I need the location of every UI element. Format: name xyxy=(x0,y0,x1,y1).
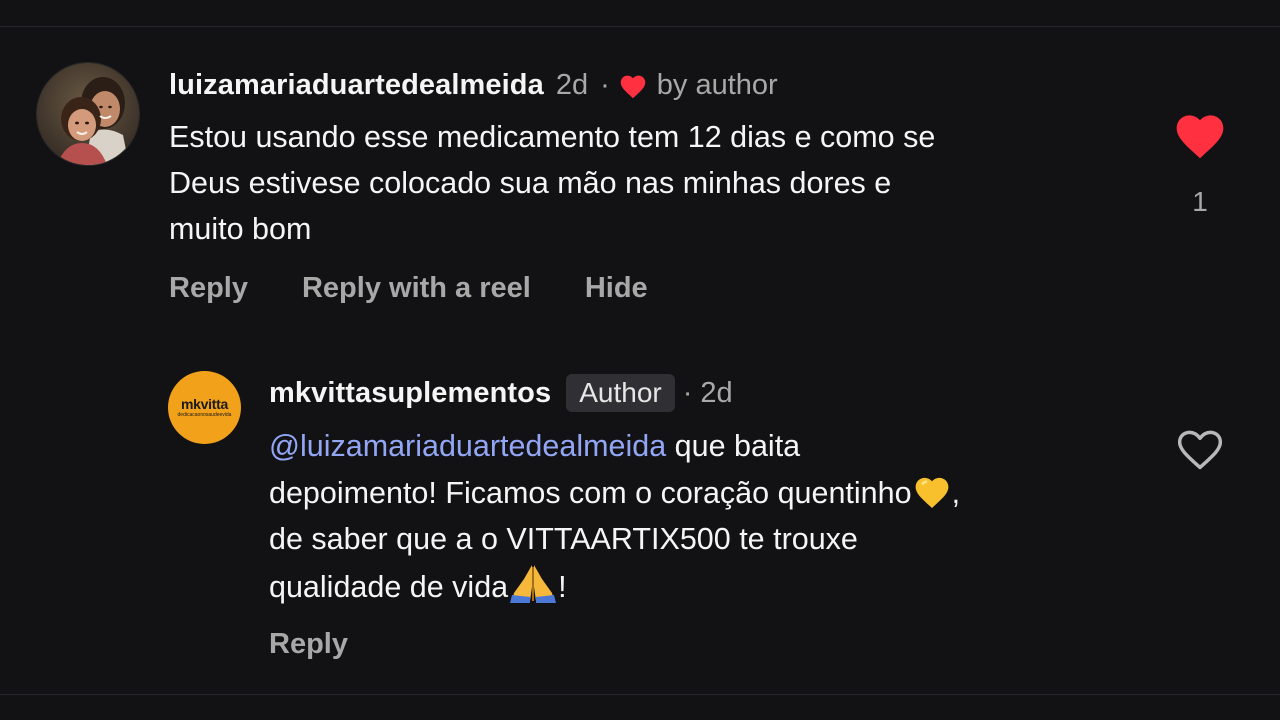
reply-with-reel-button[interactable]: Reply with a reel xyxy=(302,272,531,305)
comments-screen: luizamariaduartedealmeida 2d · by author… xyxy=(0,0,1280,720)
commenter-username[interactable]: luizamariaduartedealmeida xyxy=(169,69,544,102)
reply-username[interactable]: mkvittasuplementos xyxy=(269,377,551,410)
reply-like-heart-outline-icon[interactable] xyxy=(1174,424,1226,472)
separator-dot: · xyxy=(682,376,693,409)
author-liked-heart-icon xyxy=(618,72,648,99)
reply-header: mkvittasuplementos Author · 2d xyxy=(269,373,733,413)
reply-time: 2d xyxy=(700,376,733,409)
reply-text-line: qualidade de vida! xyxy=(269,563,1149,611)
reply-text-fragment: , xyxy=(951,475,961,510)
reply-text-fragment: qualidade de vida xyxy=(269,569,509,604)
top-divider xyxy=(0,26,1280,27)
reply-button[interactable]: Reply xyxy=(269,628,348,661)
folded-hands-icon xyxy=(508,563,558,603)
reply-text-fragment: ! xyxy=(558,569,567,604)
comment-actions: Reply Reply with a reel Hide xyxy=(169,268,648,308)
bottom-divider xyxy=(0,694,1280,695)
mention-link[interactable]: @luizamariaduartedealmeida xyxy=(269,429,666,463)
avatar-brand-tagline: dedicacaonosaudeevida xyxy=(177,412,232,418)
comment-body: Estou usando esse medicamento tem 12 dia… xyxy=(169,114,1129,252)
comment-text-line: Deus estivese colocado sua mão nas minha… xyxy=(169,166,892,200)
reply-text-fragment: que baita xyxy=(666,429,801,463)
yellow-heart-icon xyxy=(912,473,952,509)
comment-like-heart-icon[interactable] xyxy=(1172,108,1228,160)
reply-text-line: @luizamariaduartedealmeida que baita xyxy=(269,423,1149,470)
comment-text-line: muito bom xyxy=(169,212,312,246)
reply-body: @luizamariaduartedealmeida que baita dep… xyxy=(269,423,1149,610)
commenter-avatar[interactable] xyxy=(36,62,140,166)
comment-text-line: Estou usando esse medicamento tem 12 dia… xyxy=(169,120,936,154)
avatar-photo xyxy=(37,63,139,165)
avatar-brand-name: mkvitta xyxy=(181,396,228,412)
hide-button[interactable]: Hide xyxy=(585,272,648,305)
reply-text-line: de saber que a o VITTAARTIX500 te trouxe xyxy=(269,522,858,556)
author-badge: Author xyxy=(566,374,675,412)
separator-dot: · xyxy=(600,68,610,101)
reply-text-line: depoimento! Ficamos com o coração quenti… xyxy=(269,470,1149,517)
comment-header: luizamariaduartedealmeida 2d · by author xyxy=(169,66,778,104)
comment-time: 2d xyxy=(555,68,589,101)
reply-author-avatar[interactable]: mkvitta dedicacaonosaudeevida xyxy=(168,371,241,444)
comment-like-count: 1 xyxy=(1192,186,1208,217)
reply-actions: Reply xyxy=(269,624,348,664)
reply-button[interactable]: Reply xyxy=(169,272,248,305)
reply-text-fragment: depoimento! Ficamos com o coração quenti… xyxy=(269,475,912,510)
liked-by-author-label: by author xyxy=(656,68,778,101)
